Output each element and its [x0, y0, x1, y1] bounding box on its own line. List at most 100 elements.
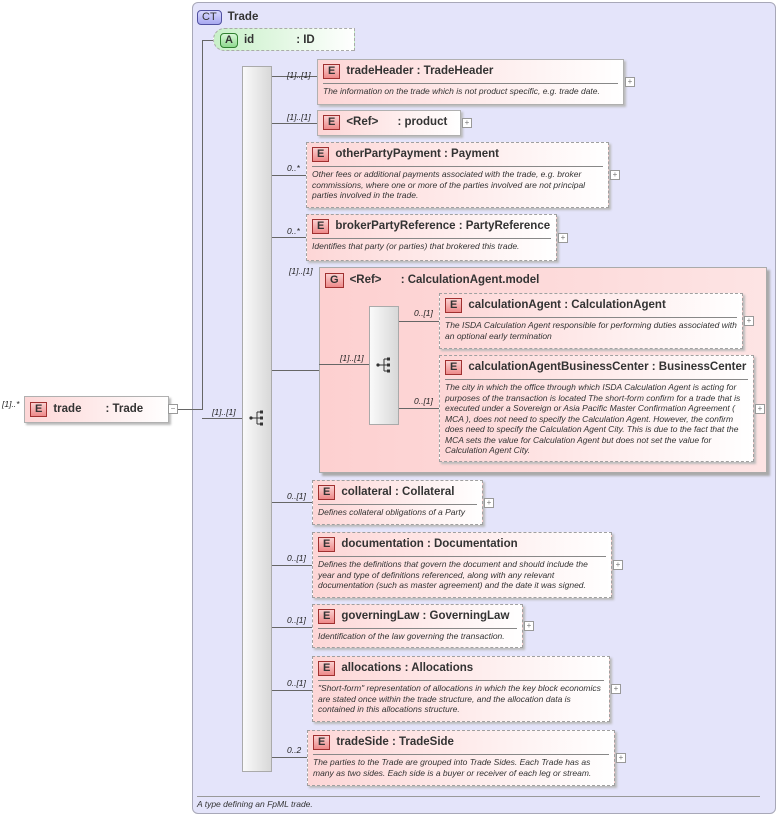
- attribute-name: id: [243, 34, 255, 46]
- multiplicity: 0..[1]: [414, 308, 433, 318]
- multiplicity: 0..*: [287, 226, 300, 236]
- connector: [272, 123, 317, 124]
- expand-button[interactable]: +: [524, 621, 534, 631]
- element-trade[interactable]: Etrade : Trade: [24, 396, 169, 423]
- element-badge: E: [312, 147, 330, 162]
- connector: [319, 364, 369, 365]
- element-badge: E: [318, 485, 336, 500]
- element-documentation: The ISDA Calculation Agent responsible f…: [445, 317, 737, 341]
- root-multiplicity: [1]..*: [2, 399, 20, 409]
- element-other-party-payment[interactable]: EotherPartyPayment : Payment Other fees o…: [306, 142, 609, 208]
- connector: [272, 502, 312, 503]
- connector: [178, 409, 202, 410]
- element-badge: E: [445, 298, 463, 313]
- multiplicity: 0..2: [287, 745, 302, 755]
- connector: [399, 408, 439, 409]
- connector: [272, 565, 312, 566]
- connector: [272, 370, 319, 371]
- multiplicity: 0..*: [287, 163, 300, 173]
- divider: [197, 796, 760, 797]
- element-title: calculationAgentBusinessCenter : Busines…: [468, 361, 747, 373]
- element-documentation: Identification of the law governing the …: [318, 628, 517, 642]
- expand-button[interactable]: +: [613, 560, 623, 570]
- connector: [272, 175, 306, 176]
- expand-button[interactable]: +: [611, 684, 621, 694]
- complex-type-documentation: A type defining an FpML trade.: [197, 799, 313, 809]
- element-documentation: Defines collateral obligations of a Part…: [318, 504, 477, 518]
- element-documentation: The city in which the office through whi…: [445, 379, 748, 456]
- connector: [272, 757, 307, 758]
- element-documentation: Identifies that party (or parties) that …: [312, 238, 551, 252]
- element-badge: E: [30, 402, 48, 417]
- attribute-type: : ID: [296, 34, 315, 46]
- element-badge: E: [313, 735, 331, 750]
- complex-type-header: CT Trade: [197, 7, 258, 25]
- element-title: allocations : Allocations: [341, 662, 474, 674]
- element-calculation-agent[interactable]: EcalculationAgent : CalculationAgent The …: [439, 293, 743, 349]
- group-sequence-multiplicity: [1]..[1]: [340, 353, 364, 363]
- element-title: <Ref> : product: [346, 116, 448, 128]
- sequence-icon: [376, 357, 392, 378]
- multiplicity: 0..[1]: [287, 615, 306, 625]
- element-governing-law[interactable]: EgoverningLaw : GoverningLaw Identificati…: [312, 604, 523, 648]
- expand-button[interactable]: +: [625, 77, 635, 87]
- group-title: <Ref> : CalculationAgent.model: [349, 274, 540, 286]
- element-documentation: The information on the trade which is no…: [323, 83, 618, 97]
- multiplicity: 0..[1]: [287, 553, 306, 563]
- element-badge: E: [445, 360, 463, 375]
- element-title: governingLaw : GoverningLaw: [341, 610, 510, 622]
- element-trade-side[interactable]: EtradeSide : TradeSide The parties to the…: [307, 730, 615, 786]
- complex-type-name: Trade: [227, 11, 259, 23]
- element-collateral[interactable]: Ecollateral : Collateral Defines collater…: [312, 480, 483, 525]
- multiplicity: 0..[1]: [287, 678, 306, 688]
- connector: [272, 690, 312, 691]
- multiplicity: [1]..[1]: [287, 112, 311, 122]
- attribute-badge: A: [220, 33, 238, 48]
- element-allocations[interactable]: Eallocations : Allocations "Short-form" r…: [312, 656, 610, 722]
- element-badge: E: [318, 537, 336, 552]
- multiplicity: 0..[1]: [287, 491, 306, 501]
- multiplicity: 0..[1]: [414, 396, 433, 406]
- element-product-ref[interactable]: E <Ref> : product: [317, 110, 461, 136]
- element-documentation[interactable]: Edocumentation : Documentation Defines th…: [312, 532, 612, 598]
- connector: [202, 40, 213, 41]
- group-multiplicity: [1]..[1]: [289, 266, 313, 276]
- complex-type-badge: CT: [197, 10, 222, 25]
- expand-button[interactable]: +: [558, 232, 568, 243]
- connector: [272, 627, 312, 628]
- element-name: trade: [53, 403, 82, 415]
- element-title: otherPartyPayment : Payment: [335, 148, 499, 160]
- connector: [272, 237, 306, 238]
- multiplicity: [1]..[1]: [287, 70, 311, 80]
- element-badge: E: [323, 64, 341, 79]
- element-title: brokerPartyReference : PartyReference: [335, 220, 551, 232]
- element-badge: E: [312, 219, 330, 234]
- connector: [399, 321, 439, 322]
- expand-button[interactable]: +: [755, 403, 765, 414]
- element-calculation-agent-business-center[interactable]: EcalculationAgentBusinessCenter : Busine…: [439, 355, 754, 462]
- element-title: tradeSide : TradeSide: [336, 736, 454, 748]
- sequence-icon: [249, 410, 265, 431]
- group-badge: G: [325, 273, 344, 288]
- element-title: documentation : Documentation: [341, 538, 518, 550]
- sequence-multiplicity: [1]..[1]: [212, 407, 236, 417]
- element-title: collateral : Collateral: [341, 486, 455, 498]
- expand-button[interactable]: +: [462, 118, 472, 128]
- element-badge: E: [318, 609, 336, 624]
- element-type: : Trade: [105, 403, 144, 415]
- expand-button[interactable]: +: [616, 753, 626, 763]
- element-documentation: The parties to the Trade are grouped int…: [313, 754, 609, 778]
- element-trade-header[interactable]: EtradeHeader : TradeHeader The informatio…: [317, 59, 624, 105]
- element-title: tradeHeader : TradeHeader: [346, 65, 494, 77]
- expand-button[interactable]: +: [484, 497, 494, 508]
- connector: [202, 418, 242, 419]
- element-documentation: Defines the definitions that govern the …: [318, 556, 606, 591]
- element-documentation: Other fees or additional payments associ…: [312, 166, 603, 201]
- element-documentation: "Short-form" representation of allocatio…: [318, 680, 604, 715]
- element-badge: E: [318, 661, 336, 676]
- attribute-id[interactable]: Aid : ID: [213, 28, 355, 51]
- expand-button[interactable]: +: [610, 170, 620, 180]
- element-broker-party-reference[interactable]: EbrokerPartyReference : PartyReference Id…: [306, 214, 557, 261]
- expand-button[interactable]: +: [744, 316, 754, 326]
- collapse-button[interactable]: −: [168, 404, 178, 414]
